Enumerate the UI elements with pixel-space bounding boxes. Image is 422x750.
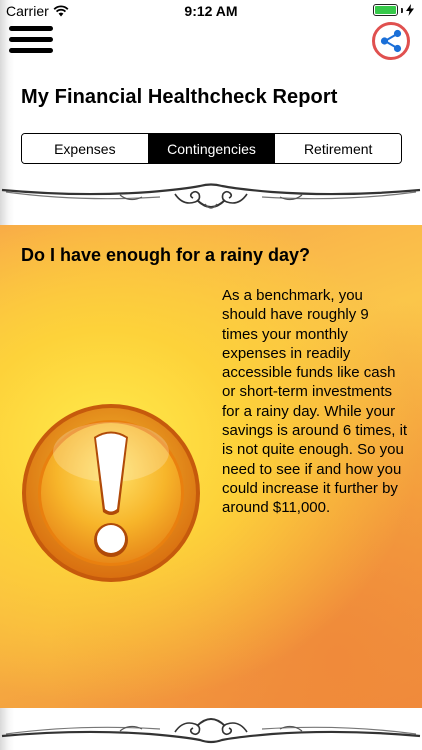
rainy-day-card: Do I have enough for a rainy day? As a b…: [0, 225, 422, 708]
exclamation-warning-icon: [22, 404, 200, 582]
menu-bar: [9, 48, 53, 53]
share-button[interactable]: [372, 22, 410, 60]
tab-expenses[interactable]: Expenses: [22, 134, 148, 163]
tab-contingencies[interactable]: Contingencies: [147, 134, 275, 163]
menu-bar: [9, 37, 53, 42]
battery-tip: [401, 7, 403, 13]
page-title: My Financial Healthcheck Report: [21, 86, 338, 108]
ornamental-divider-top: [1, 183, 421, 209]
tab-label: Contingencies: [167, 140, 256, 157]
card-heading: Do I have enough for a rainy day?: [21, 245, 311, 265]
tab-label: Expenses: [54, 140, 116, 157]
charging-bolt-icon: [406, 4, 414, 16]
hamburger-menu-icon[interactable]: [9, 26, 53, 56]
menu-bar: [9, 26, 53, 31]
status-bar: Carrier 9:12 AM: [0, 0, 422, 22]
tab-label: Retirement: [303, 140, 373, 157]
ornamental-divider-bottom: [1, 718, 421, 744]
tab-retirement[interactable]: Retirement: [274, 134, 401, 163]
battery-icon: [373, 4, 398, 16]
share-icon: [372, 22, 410, 60]
clock: 9:12 AM: [184, 3, 238, 19]
report-tabs: Expenses Contingencies Retirement: [21, 133, 402, 164]
battery-indicator: [373, 4, 414, 16]
card-body-text: As a benchmark, you should have roughly …: [222, 287, 408, 517]
battery-fill: [375, 6, 396, 14]
